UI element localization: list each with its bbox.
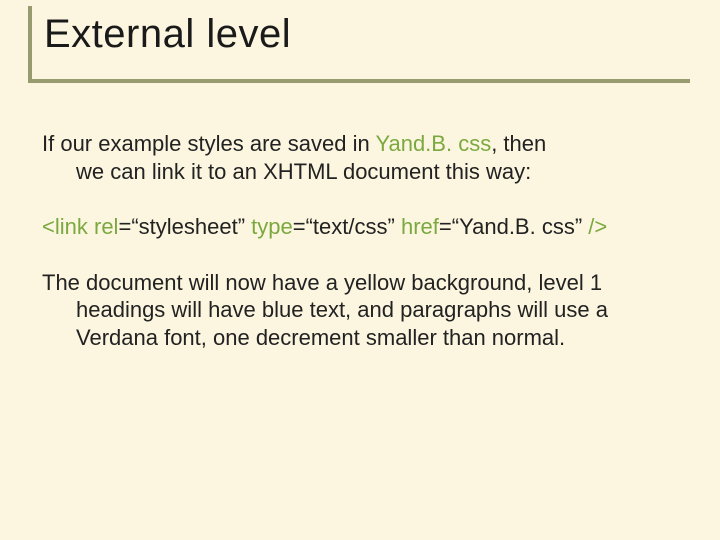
code-attr-rel: rel xyxy=(94,214,118,239)
code-eq2: = xyxy=(293,214,306,239)
result-line3: Verdana font, one decrement smaller than… xyxy=(42,324,672,352)
code-val-rel: “stylesheet” xyxy=(131,214,245,239)
css-filename: Yand.B. css xyxy=(375,131,491,156)
code-attr-href: href xyxy=(401,214,439,239)
code-attr-type: type xyxy=(251,214,293,239)
code-open-bracket: < xyxy=(42,214,55,239)
result-line1: The document will now have a yellow back… xyxy=(42,269,672,297)
result-paragraph: The document will now have a yellow back… xyxy=(42,269,672,352)
intro-text-pre: If our example styles are saved in xyxy=(42,131,375,156)
code-example: <link rel=“stylesheet” type=“text/css” h… xyxy=(42,213,672,241)
title-box: External level xyxy=(28,6,690,83)
code-val-href: “Yand.B. css” xyxy=(452,214,582,239)
title-container: External level xyxy=(28,6,690,83)
code-eq3: = xyxy=(439,214,452,239)
slide: External level If our example styles are… xyxy=(0,0,720,540)
code-eq1: = xyxy=(118,214,131,239)
slide-title: External level xyxy=(44,12,291,56)
intro-paragraph: If our example styles are saved in Yand.… xyxy=(42,130,672,185)
code-tag-name: link xyxy=(55,214,88,239)
code-val-type: “text/css” xyxy=(306,214,395,239)
result-line2: headings will have blue text, and paragr… xyxy=(42,296,672,324)
intro-text-post: , then xyxy=(491,131,546,156)
code-close-bracket: /> xyxy=(588,214,607,239)
slide-content: If our example styles are saved in Yand.… xyxy=(42,130,672,351)
intro-text-line2: we can link it to an XHTML document this… xyxy=(42,158,672,186)
